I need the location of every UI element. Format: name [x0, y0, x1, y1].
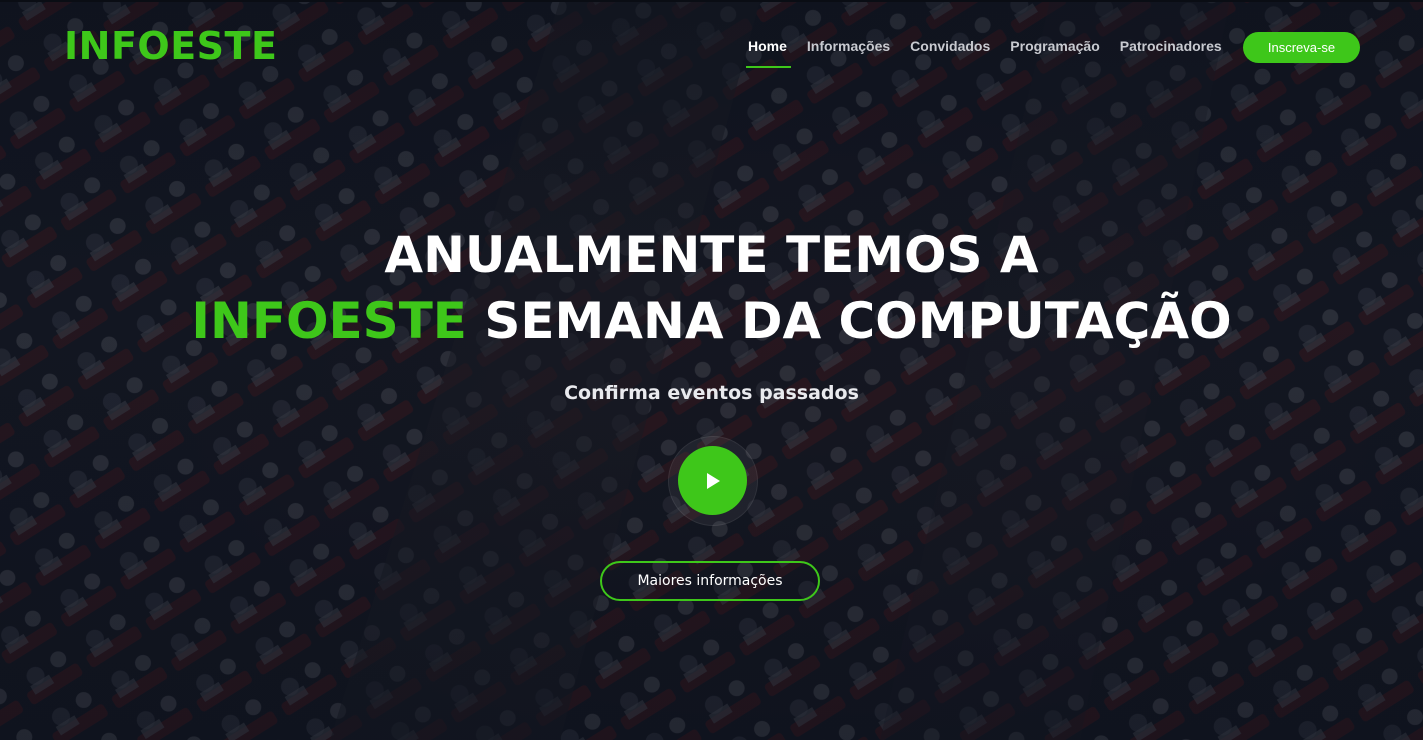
main-navigation: Home Informações Convidados Programação … — [746, 38, 1242, 68]
nav-item-informacoes[interactable]: Informações — [807, 38, 890, 66]
nav-item-patrocinadores[interactable]: Patrocinadores — [1120, 38, 1222, 66]
nav-item-programacao[interactable]: Programação — [1010, 38, 1099, 66]
hero-section: INFOESTE Home Informações Convidados Pro… — [0, 0, 1423, 740]
hero-subtitle: Confirma eventos passados — [564, 382, 859, 404]
subscribe-button[interactable]: Inscreva-se — [1243, 32, 1360, 63]
dark-overlay — [0, 0, 1423, 740]
hero-headline: ANUALMENTE TEMOS A INFOESTE SEMANA DA CO… — [0, 222, 1423, 354]
top-edge — [0, 0, 1423, 2]
headline-brand-highlight: INFOESTE — [191, 292, 467, 350]
headline-line-2: INFOESTE SEMANA DA COMPUTAÇÃO — [0, 288, 1423, 354]
more-info-button[interactable]: Maiores informações — [600, 561, 820, 601]
headline-line-2-rest: SEMANA DA COMPUTAÇÃO — [466, 292, 1232, 350]
nav-item-convidados[interactable]: Convidados — [910, 38, 990, 66]
nav-item-home[interactable]: Home — [746, 38, 791, 68]
play-icon — [706, 472, 720, 489]
site-logo[interactable]: INFOESTE — [64, 24, 277, 68]
headline-line-1: ANUALMENTE TEMOS A — [384, 226, 1039, 284]
play-video-button[interactable] — [678, 446, 747, 515]
